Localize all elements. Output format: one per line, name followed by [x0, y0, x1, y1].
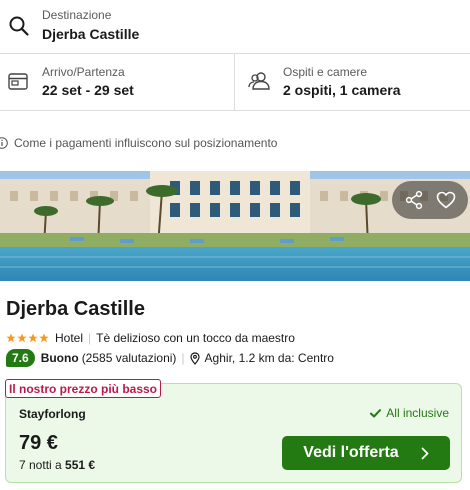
rating-row[interactable]: 7.6 Buono (2585 valutazioni) | Aghir, 1.…	[6, 349, 334, 367]
hotel-meta: Hotel | Tè delizioso con un tocco da mae…	[6, 330, 295, 346]
share-icon	[404, 190, 424, 210]
rating-count: (2585 valutazioni)	[81, 351, 177, 365]
search-icon	[8, 15, 30, 42]
favorite-button[interactable]	[431, 185, 461, 215]
map-pin-icon	[189, 351, 200, 365]
total-price: 551 €	[65, 458, 96, 472]
guests-label: Ospiti e camere	[283, 65, 368, 79]
view-deal-label: Vedi l'offerta	[303, 444, 399, 461]
hotel-photo[interactable]	[0, 171, 470, 281]
total-price-line: 7 notti a 551 €	[19, 458, 95, 472]
hotel-location: Aghir, 1.2 km da: Centro	[204, 351, 334, 365]
destination-label: Destinazione	[42, 8, 112, 22]
deal-provider: Stayforlong	[19, 407, 86, 421]
nightly-price: 79 €	[19, 432, 58, 454]
guests-value: 2 ospiti, 1 camera	[283, 82, 401, 98]
dates-label: Arrivo/Partenza	[42, 65, 125, 79]
star-icon	[6, 333, 16, 343]
calendar-icon	[8, 72, 28, 95]
star-icon	[39, 333, 49, 343]
destination-field[interactable]: Destinazione Djerba Castille	[0, 0, 470, 54]
photo-actions	[392, 181, 468, 219]
hotel-tagline: Tè delizioso con un tocco da maestro	[96, 331, 295, 345]
star-icon	[17, 333, 27, 343]
divider: |	[181, 351, 185, 365]
board-type-label: All inclusive	[386, 406, 449, 420]
deal-card[interactable]: Stayforlong All inclusive 79 € 7 notti a…	[5, 383, 462, 483]
rating-score-badge: 7.6	[6, 349, 35, 367]
users-icon	[248, 71, 272, 96]
destination-value: Djerba Castille	[42, 26, 140, 42]
ranking-info-link[interactable]: Come i pagamenti influiscono sul posizio…	[0, 132, 277, 154]
divider: |	[88, 331, 92, 345]
star-rating	[6, 333, 49, 343]
ranking-info-text: Come i pagamenti influiscono sul posizio…	[14, 136, 278, 150]
heart-icon	[436, 191, 456, 209]
view-deal-button[interactable]: Vedi l'offerta	[282, 436, 450, 470]
rating-word: Buono	[40, 351, 79, 365]
dates-field[interactable]: Arrivo/Partenza 22 set - 29 set	[0, 54, 235, 110]
check-icon	[370, 408, 382, 418]
share-button[interactable]	[399, 185, 429, 215]
hotel-name[interactable]: Djerba Castille	[6, 298, 145, 321]
nights-prefix: 7 notti a	[19, 458, 62, 472]
guests-field[interactable]: Ospiti e camere 2 ospiti, 1 camera	[236, 54, 470, 110]
board-type: All inclusive	[370, 406, 449, 420]
info-icon	[0, 137, 8, 149]
dates-value: 22 set - 29 set	[42, 82, 134, 98]
hotel-type: Hotel	[55, 331, 84, 345]
chevron-right-icon	[421, 447, 429, 460]
star-icon	[28, 333, 38, 343]
lowest-price-badge: Il nostro prezzo più basso	[5, 379, 162, 398]
search-panel: Destinazione Djerba Castille Arrivo/Part…	[0, 0, 470, 111]
